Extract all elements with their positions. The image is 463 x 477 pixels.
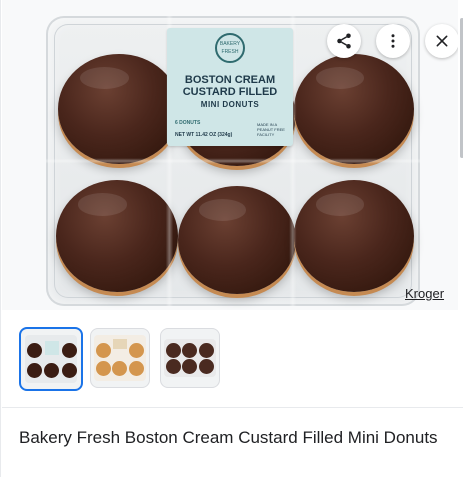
thumb-donut [166,359,181,374]
more-vert-icon [391,34,395,48]
source-link[interactable]: Kroger [405,286,444,301]
thumb-donut [199,343,214,358]
thumbnail-2[interactable] [90,328,150,388]
donut-bottom-middle [178,186,296,294]
thumb-donut [129,361,144,376]
label-subtitle: MINI DONUTS [200,100,260,109]
thumb-donut [182,343,197,358]
label-facility-note: MADE IN A PEANUT FREE FACILITY [257,122,285,137]
share-icon [337,33,351,49]
thumb-donut [166,343,181,358]
thumb-donut [96,361,111,376]
thumb-donut [62,343,77,358]
donut-bottom-left [56,180,178,292]
donut-top-left [58,54,180,164]
donut-top-right [294,54,414,164]
share-button[interactable] [327,24,361,58]
thumb-donut [199,359,214,374]
thumb-donut [27,343,42,358]
label-net-weight: NET WT 11.42 OZ (324g) [175,132,233,138]
thumb-donut [27,363,42,378]
more-options-button[interactable] [376,24,410,58]
product-image[interactable]: BAKERY FRESH BOSTON CREAM CUSTARD FILLED… [2,0,458,310]
package-label: BAKERY FRESH BOSTON CREAM CUSTARD FILLED… [167,28,293,146]
close-icon [436,35,448,47]
thumb-donut [112,361,127,376]
thumb-donut [129,343,144,358]
thumb-donut [182,359,197,374]
bakery-fresh-logo: BAKERY FRESH [215,33,245,63]
thumbnail-1[interactable] [19,327,83,391]
thumb-donut [62,363,77,378]
thumb-donut [96,343,111,358]
donut-bottom-right [294,180,414,292]
thumb-donut [44,363,59,378]
close-button[interactable] [425,24,458,58]
image-viewer-panel: BAKERY FRESH BOSTON CREAM CUSTARD FILLED… [0,0,463,477]
thumb-label [113,339,127,349]
divider [2,407,463,408]
label-count: 6 DONUTS [175,120,201,126]
label-title: BOSTON CREAM CUSTARD FILLED [182,74,278,98]
thumb-label [45,341,59,355]
thumbnail-3[interactable] [160,328,220,388]
product-title: Bakery Fresh Boston Cream Custard Filled… [19,428,438,447]
